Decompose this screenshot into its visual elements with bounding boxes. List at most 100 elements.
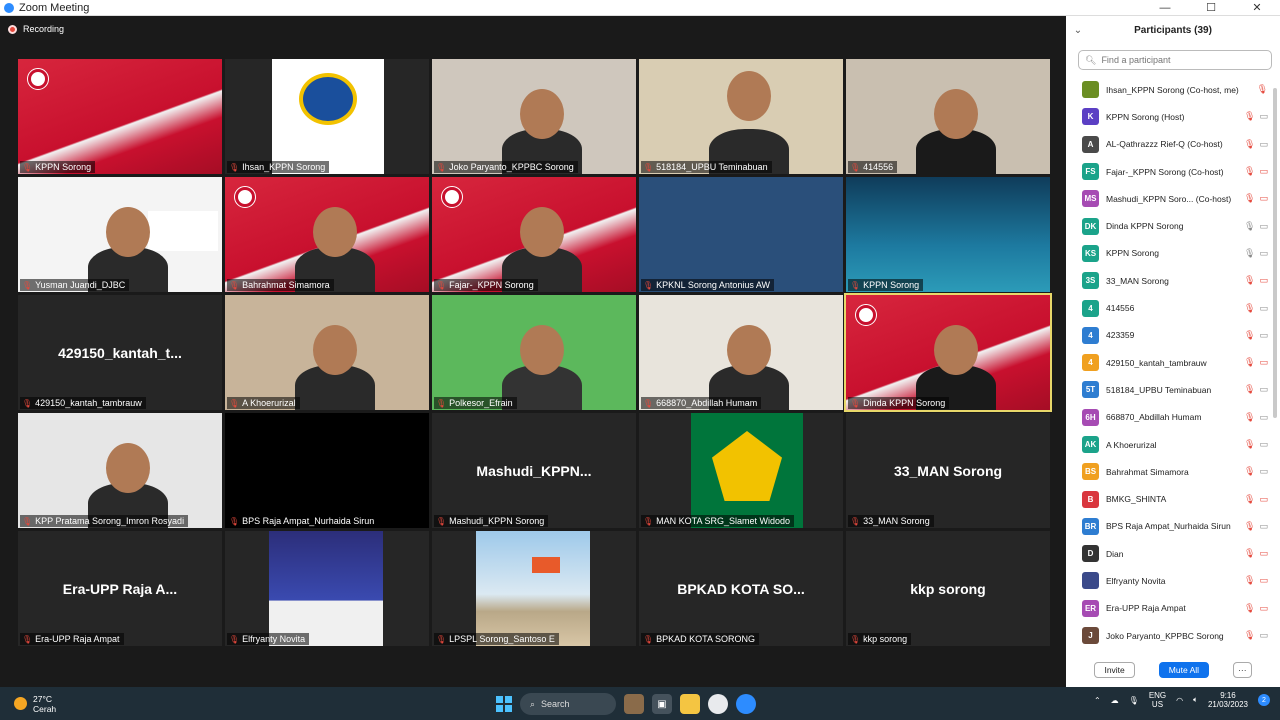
video-tile[interactable]: BPKAD KOTA SO... 🎙︎ BPKAD KOTA SORONG [639, 531, 843, 646]
scrollbar[interactable] [1273, 88, 1277, 418]
participant-row[interactable]: D Dian 🎙︎ ▭ [1066, 540, 1272, 567]
muted-mic-icon[interactable]: 🎙︎ [1244, 494, 1255, 505]
video-icon[interactable]: ▭ [1259, 248, 1268, 259]
participant-row[interactable]: MS Mashudi_KPPN Soro... (Co-host) 🎙︎ ▭ [1066, 185, 1272, 212]
video-icon[interactable]: ▭ [1259, 630, 1268, 641]
participant-row[interactable]: 4 429150_kantah_tambrauw 🎙︎ ▭ [1066, 349, 1272, 376]
video-tile[interactable]: 🎙︎ LPSPL Sorong_Santoso E [432, 531, 636, 646]
clock[interactable]: 9:16 21/03/2023 [1208, 691, 1248, 709]
participant-search[interactable]: 🔍︎ [1078, 50, 1272, 70]
video-off-icon[interactable]: ▭ [1259, 357, 1268, 368]
muted-mic-icon[interactable]: 🎙︎ [1244, 439, 1255, 450]
participant-row[interactable]: BR BPS Raja Ampat_Nurhaida Sirun 🎙︎ ▭ [1066, 513, 1272, 540]
video-tile[interactable]: 🎙︎ 668870_Abdillah Humam [639, 295, 843, 410]
participant-row[interactable]: ER Era-UPP Raja Ampat 🎙︎ ▭ [1066, 595, 1272, 622]
video-tile[interactable]: Mashudi_KPPN... 🎙︎ Mashudi_KPPN Sorong [432, 413, 636, 528]
task-view-icon[interactable]: ▣ [652, 694, 672, 714]
muted-mic-icon[interactable]: 🎙︎ [1244, 384, 1255, 395]
video-tile[interactable]: 🎙︎ 518184_UPBU Teminabuan [639, 59, 843, 174]
muted-mic-icon[interactable]: 🎙︎ [1257, 84, 1268, 95]
mute-all-button[interactable]: Mute All [1158, 662, 1210, 678]
participant-row[interactable]: 4 423359 🎙︎ ▭ [1066, 322, 1272, 349]
muted-mic-icon[interactable]: 🎙︎ [1244, 303, 1255, 314]
muted-mic-icon[interactable]: 🎙︎ [1244, 111, 1255, 122]
video-icon[interactable]: ▭ [1259, 111, 1268, 122]
minimize-button[interactable]: — [1142, 0, 1188, 16]
muted-mic-icon[interactable]: 🎙︎ [1244, 139, 1255, 150]
chrome-icon[interactable] [708, 694, 728, 714]
close-button[interactable]: ✕ [1234, 0, 1280, 16]
video-off-icon[interactable]: ▭ [1259, 193, 1268, 204]
video-off-icon[interactable]: ▭ [1259, 275, 1268, 286]
video-tile[interactable]: 🎙︎ Dinda KPPN Sorong [844, 293, 1052, 412]
windows-start-icon[interactable] [496, 696, 512, 712]
video-icon[interactable]: ▭ [1259, 330, 1268, 341]
muted-mic-icon[interactable]: 🎙︎ [1244, 193, 1255, 204]
video-off-icon[interactable]: ▭ [1259, 548, 1268, 559]
photos-app-icon[interactable] [624, 694, 644, 714]
participant-row[interactable]: J Joko Paryanto_KPPBC Sorong 🎙︎ ▭ [1066, 622, 1272, 649]
video-icon[interactable]: ▭ [1259, 221, 1268, 232]
taskbar-search[interactable]: ⌕ Search [520, 693, 616, 715]
file-explorer-icon[interactable] [680, 694, 700, 714]
more-options-button[interactable]: ··· [1233, 662, 1252, 678]
video-icon[interactable]: ▭ [1259, 466, 1268, 477]
muted-mic-icon[interactable]: 🎙︎ [1244, 630, 1255, 641]
video-tile[interactable]: 🎙︎ KPP Pratama Sorong_Imron Rosyadi [18, 413, 222, 528]
video-tile[interactable]: 🎙︎ BPS Raja Ampat_Nurhaida Sirun [225, 413, 429, 528]
participant-row[interactable]: 4 414556 🎙︎ ▭ [1066, 294, 1272, 321]
participant-row[interactable]: 3S 33_MAN Sorong 🎙︎ ▭ [1066, 267, 1272, 294]
video-tile[interactable]: 🎙︎ KPPN Sorong [18, 59, 222, 174]
video-tile[interactable]: 🎙︎ Ihsan_KPPN Sorong [225, 59, 429, 174]
recording-indicator[interactable]: Recording [8, 24, 64, 34]
notification-badge[interactable]: 2 [1258, 694, 1270, 706]
video-icon[interactable]: ▭ [1259, 412, 1268, 423]
muted-mic-icon[interactable]: 🎙︎ [1244, 412, 1255, 423]
video-tile[interactable]: 🎙︎ 414556 [846, 59, 1050, 174]
video-tile[interactable]: Era-UPP Raja A... 🎙︎ Era-UPP Raja Ampat [18, 531, 222, 646]
video-tile[interactable]: 🎙︎ KPKNL Sorong Antonius AW [639, 177, 843, 292]
wifi-icon[interactable]: ◠ [1176, 696, 1183, 705]
video-tile[interactable]: 🎙︎ Polkesor_Efrain [432, 295, 636, 410]
muted-mic-icon[interactable]: 🎙︎ [1244, 575, 1255, 586]
muted-mic-icon[interactable]: 🎙︎ [1244, 466, 1255, 477]
video-off-icon[interactable]: ▭ [1259, 494, 1268, 505]
participant-row[interactable]: A AL-Qathrazzz Rief-Q (Co-host) 🎙︎ ▭ [1066, 131, 1272, 158]
muted-mic-icon[interactable]: 🎙︎ [1244, 603, 1255, 614]
participant-row[interactable]: AK A Khoerurizal 🎙︎ ▭ [1066, 431, 1272, 458]
volume-icon[interactable]: 🔈︎ [1193, 695, 1198, 705]
participant-row[interactable]: 5T 518184_UPBU Teminabuan 🎙︎ ▭ [1066, 376, 1272, 403]
chevron-up-icon[interactable]: ⌃ [1094, 696, 1101, 705]
invite-button[interactable]: Invite [1094, 662, 1135, 678]
muted-mic-icon[interactable]: 🎙︎ [1244, 166, 1255, 177]
video-tile[interactable]: 33_MAN Sorong 🎙︎ 33_MAN Sorong [846, 413, 1050, 528]
mic-icon[interactable]: 🎙︎ [1244, 248, 1255, 259]
search-input[interactable] [1101, 55, 1262, 65]
collapse-chevron-icon[interactable]: ⌄ [1066, 25, 1090, 36]
muted-mic-icon[interactable]: 🎙︎ [1244, 275, 1255, 286]
microphone-icon[interactable]: 🎙︎ [1129, 696, 1139, 705]
video-tile[interactable]: 🎙︎ Yusman Juandi_DJBC [18, 177, 222, 292]
participant-row[interactable]: DK Dinda KPPN Sorong 🎙︎ ▭ [1066, 212, 1272, 239]
video-off-icon[interactable]: ▭ [1259, 603, 1268, 614]
zoom-app-icon[interactable] [736, 694, 756, 714]
video-tile[interactable]: 🎙︎ Elfryanty Novita [225, 531, 429, 646]
video-tile[interactable]: 🎙︎ Bahrahmat Simamora [225, 177, 429, 292]
video-icon[interactable]: ▭ [1259, 384, 1268, 395]
participant-row[interactable]: BS Bahrahmat Simamora 🎙︎ ▭ [1066, 458, 1272, 485]
muted-mic-icon[interactable]: 🎙︎ [1244, 521, 1255, 532]
mic-icon[interactable]: 🎙︎ [1244, 221, 1255, 232]
muted-mic-icon[interactable]: 🎙︎ [1244, 357, 1255, 368]
participant-row[interactable]: FS Fajar-_KPPN Sorong (Co-host) 🎙︎ ▭ [1066, 158, 1272, 185]
participant-row[interactable]: 6H 668870_Abdillah Humam 🎙︎ ▭ [1066, 404, 1272, 431]
video-tile[interactable]: 429150_kantah_t... 🎙︎ 429150_kantah_tambra… [18, 295, 222, 410]
video-tile[interactable]: 🎙︎ A Khoerurizal [225, 295, 429, 410]
language-indicator[interactable]: ENG US [1149, 691, 1166, 709]
video-icon[interactable]: ▭ [1259, 521, 1268, 532]
video-tile[interactable]: 🎙︎ MAN KOTA SRG_Slamet Widodo [639, 413, 843, 528]
video-tile[interactable]: 🎙︎ KPPN Sorong [846, 177, 1050, 292]
maximize-button[interactable]: ☐ [1188, 0, 1234, 16]
muted-mic-icon[interactable]: 🎙︎ [1244, 548, 1255, 559]
video-icon[interactable]: ▭ [1259, 439, 1268, 450]
participant-row[interactable]: K KPPN Sorong (Host) 🎙︎ ▭ [1066, 103, 1272, 130]
